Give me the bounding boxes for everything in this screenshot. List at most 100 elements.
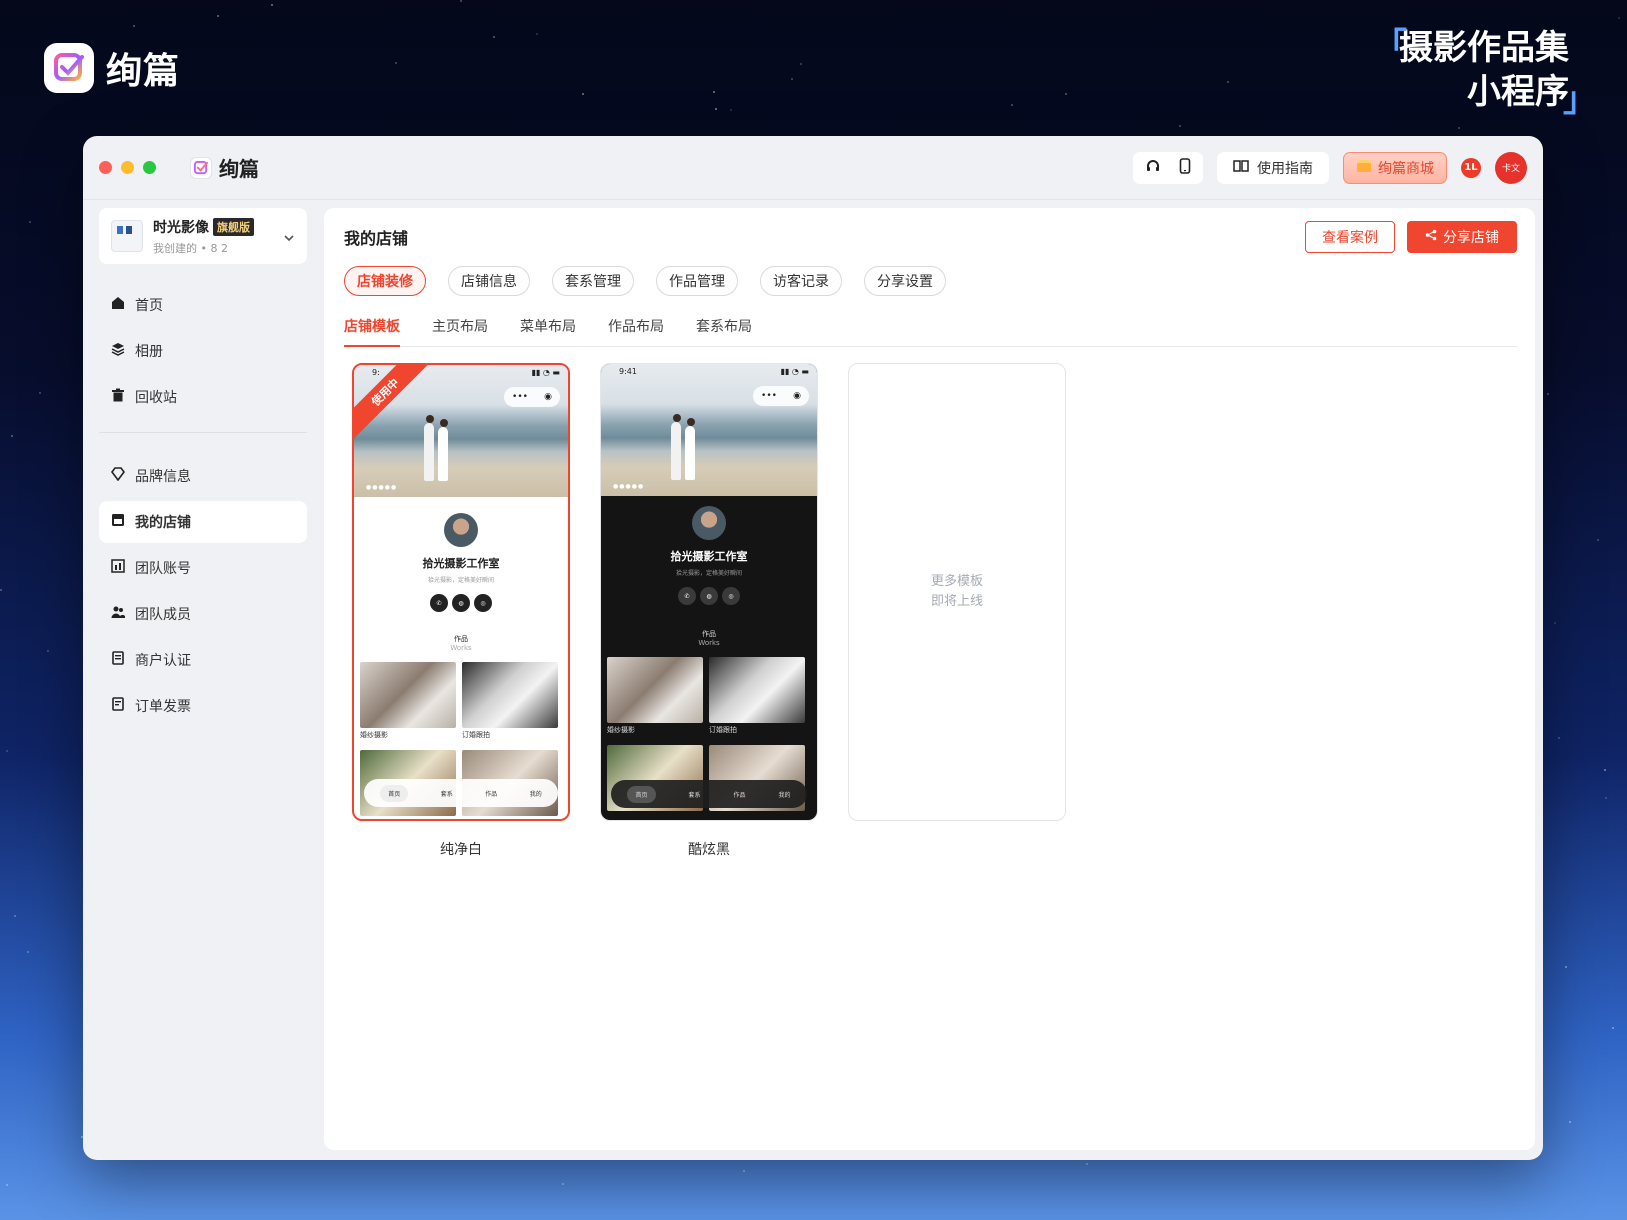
subtab-package-layout[interactable]: 套系布局	[696, 316, 752, 346]
headset-icon[interactable]	[1145, 158, 1161, 178]
star	[1179, 124, 1182, 127]
sidebar-item-team-members[interactable]: 团队成员	[99, 593, 307, 635]
star	[39, 391, 42, 394]
star	[791, 77, 794, 80]
template-preview[interactable]: 9:41 ▮▮ ◔ ▬ ••• ◉ ●●●●● 拾光摄影工作室 拾光摄影，定格美好瞬…	[600, 363, 818, 821]
subtab-home-layout[interactable]: 主页布局	[432, 316, 488, 346]
status-bar: 9:41 ▮▮ ◔ ▬	[619, 367, 809, 376]
star	[1065, 92, 1068, 95]
headline-line2: 小程序	[1467, 72, 1569, 112]
sidebar-item-invoices[interactable]: 订单发票	[99, 685, 307, 727]
invoice-icon	[111, 697, 125, 715]
notification-badge[interactable]: 1L	[1461, 157, 1481, 178]
work-caption: 婚纱摄影	[607, 726, 635, 734]
star	[270, 3, 273, 6]
main-header: 我的店铺 查看案例 分享店铺	[344, 208, 1517, 266]
store-switcher[interactable]: 时光影像 旗舰版 我创建的 • 8 2	[99, 208, 307, 264]
sidebar-item-home[interactable]: 首页	[99, 284, 307, 326]
template-list: 使用中 9: ▮▮ ◔ ▬ ••• ◉ ●●●●● 拾光摄影工作室 拾光摄影，定格美…	[352, 363, 1517, 859]
work-photo	[462, 662, 558, 728]
view-cases-button[interactable]: 查看案例	[1305, 221, 1395, 253]
work-photo	[607, 657, 703, 723]
sidebar-item-trash[interactable]: 回收站	[99, 376, 307, 418]
store-name-row: 时光影像 旗舰版	[153, 217, 273, 237]
tab-works-manage[interactable]: 作品管理	[656, 266, 738, 296]
sidebar-item-my-store[interactable]: 我的店铺	[99, 501, 307, 543]
sidebar-item-brand[interactable]: 品牌信息	[99, 455, 307, 497]
guide-button[interactable]: 使用指南	[1217, 151, 1329, 184]
app-title: 绚篇	[219, 157, 259, 181]
studio-avatar	[444, 513, 478, 547]
secondary-tabs: 店铺模板 主页布局 菜单布局 作品布局 套系布局	[344, 316, 1517, 347]
tab-packages: 套系	[440, 790, 453, 798]
work-item: 订婚跟拍	[709, 657, 805, 739]
sidebar-item-label: 品牌信息	[135, 469, 191, 485]
phone-icon: ✆	[430, 594, 448, 612]
shop-icon	[1356, 159, 1372, 177]
share-store-button[interactable]: 分享店铺	[1407, 221, 1517, 253]
tab-home: 首页	[627, 785, 656, 803]
close-dot[interactable]	[99, 161, 112, 174]
signal-icon: ▮▮ ◔ ▬	[531, 368, 560, 377]
tab-store-decoration[interactable]: 店铺装修	[344, 266, 426, 296]
brand-name: 绚篇	[106, 51, 181, 92]
maximize-dot[interactable]	[143, 161, 156, 174]
wechat-icon: ◍	[452, 594, 470, 612]
wechat-icon: ◍	[700, 587, 718, 605]
template-preview[interactable]: 使用中 9: ▮▮ ◔ ▬ ••• ◉ ●●●●● 拾光摄影工作室 拾光摄影，定格美…	[352, 363, 570, 821]
star	[459, 0, 462, 3]
brand: 绚篇	[44, 42, 180, 94]
open-quote: 「	[1373, 26, 1407, 66]
tab-store-info[interactable]: 店铺信息	[448, 266, 530, 296]
works-subtitle: Works	[450, 644, 472, 652]
template-card-black[interactable]: 9:41 ▮▮ ◔ ▬ ••• ◉ ●●●●● 拾光摄影工作室 拾光摄影，定格美好瞬…	[600, 363, 818, 859]
placeholder-line2: 即将上线	[930, 594, 983, 609]
store-icon	[111, 513, 125, 531]
template-name: 酷炫黑	[688, 842, 730, 858]
sidebar-menu-bottom: 品牌信息 我的店铺 团队账号 团队成员 商户认证 订单发票	[99, 455, 307, 727]
star	[561, 1182, 564, 1185]
subtab-menu-layout[interactable]: 菜单布局	[520, 316, 576, 346]
star	[492, 35, 495, 38]
star	[394, 61, 397, 64]
titlebar-logo: 绚篇	[190, 153, 259, 182]
mobile-icon[interactable]	[1179, 157, 1191, 178]
figure	[426, 415, 434, 423]
subtab-works-layout[interactable]: 作品布局	[608, 316, 664, 346]
sidebar-item-merchant-verify[interactable]: 商户认证	[99, 639, 307, 681]
sidebar-item-label: 相册	[135, 344, 163, 360]
work-photo	[709, 657, 805, 723]
star	[582, 93, 585, 96]
star	[132, 25, 135, 28]
share-store-label: 分享店铺	[1443, 230, 1499, 246]
minimize-dot[interactable]	[121, 161, 134, 174]
placeholder-line1: 更多模板	[930, 574, 983, 589]
book-icon	[1233, 159, 1249, 177]
work-caption: 订婚跟拍	[709, 726, 737, 734]
contact-row: ✆ ◍ ◎	[354, 594, 568, 612]
works-title: 作品	[702, 630, 716, 638]
share-icon	[1425, 229, 1437, 245]
figure	[673, 414, 681, 422]
sidebar-item-team-account[interactable]: 团队账号	[99, 547, 307, 589]
tab-share-settings[interactable]: 分享设置	[864, 266, 946, 296]
user-avatar[interactable]: 卡文	[1495, 151, 1527, 184]
tab-mine: 我的	[529, 790, 542, 798]
figure	[687, 418, 695, 426]
template-card-white[interactable]: 使用中 9: ▮▮ ◔ ▬ ••• ◉ ●●●●● 拾光摄影工作室 拾光摄影，定格美…	[352, 363, 570, 859]
subtab-store-template[interactable]: 店铺模板	[344, 316, 400, 347]
window-controls	[99, 161, 156, 174]
shop-button[interactable]: 绚篇商城	[1343, 151, 1447, 184]
sidebar-item-albums[interactable]: 相册	[99, 330, 307, 372]
star	[1554, 622, 1557, 625]
chevron-down-icon[interactable]	[283, 227, 295, 246]
tab-mine: 我的	[778, 791, 791, 799]
star	[1568, 1121, 1571, 1124]
sidebar-item-label: 商户认证	[135, 653, 191, 669]
works-title: 作品	[454, 635, 468, 643]
figure	[438, 427, 448, 481]
tab-visitor-log[interactable]: 访客记录	[760, 266, 842, 296]
app-window: 绚篇 使用指南 绚篇商城 1L 卡文 时光影像 旗舰版 我创建的 • 8 2 首…	[83, 136, 1543, 1160]
tab-home: 首页	[380, 784, 409, 802]
tab-package-manage[interactable]: 套系管理	[552, 266, 634, 296]
